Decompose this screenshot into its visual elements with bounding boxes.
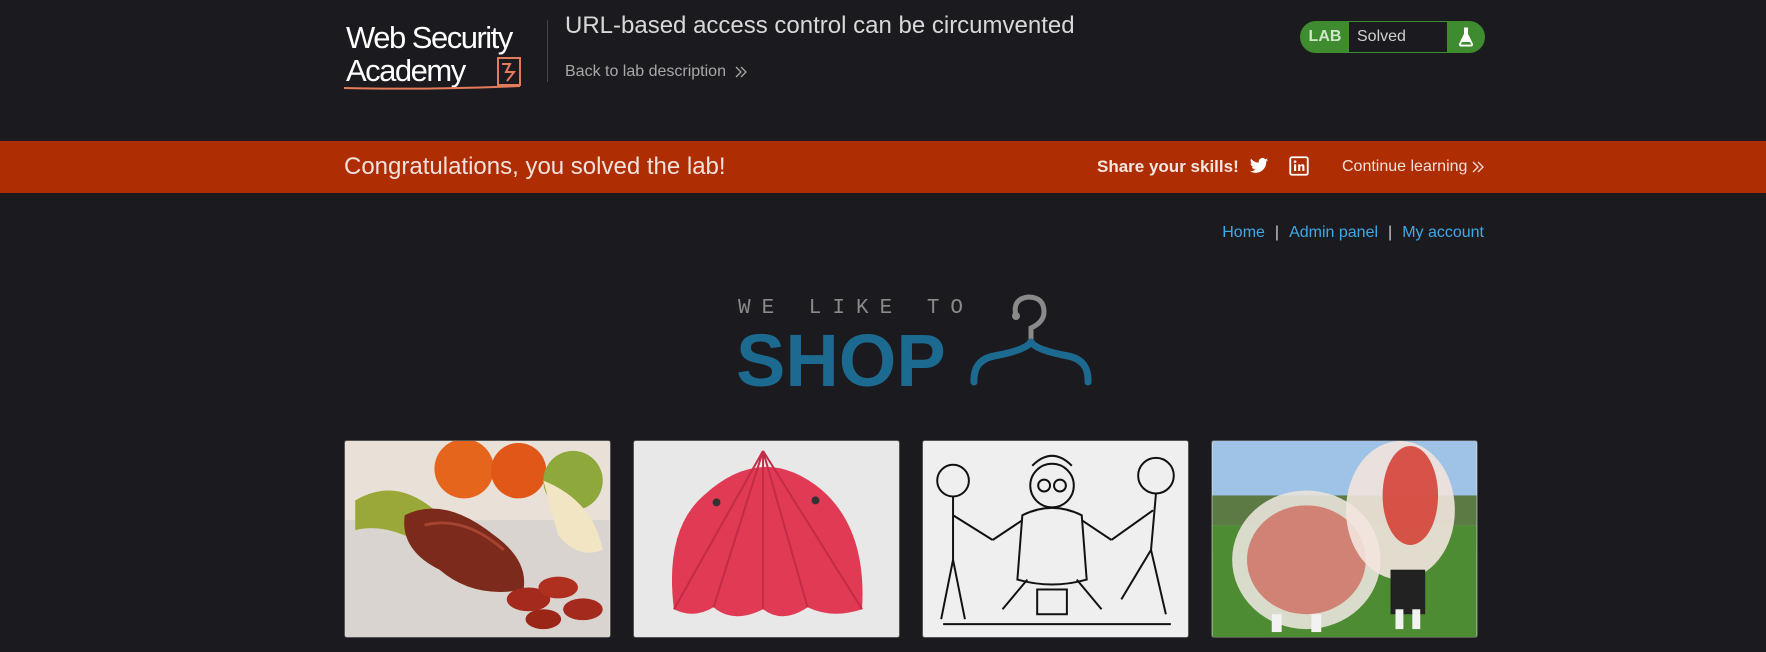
solved-message: Congratulations, you solved the lab!: [344, 153, 726, 180]
linkedin-icon[interactable]: [1289, 156, 1309, 176]
product-image-umbrella[interactable]: [633, 440, 900, 638]
product-image-cartoon[interactable]: [922, 440, 1189, 638]
continue-learning-label: Continue learning: [1342, 158, 1468, 175]
product-grid: [344, 440, 1480, 638]
flask-icon: [1447, 27, 1484, 47]
product-image: [345, 441, 610, 637]
logo-divider: [547, 20, 548, 82]
logo-text-line2: Academy: [346, 53, 467, 88]
top-navigation: Home | Admin panel | My account: [1216, 224, 1484, 242]
web-security-academy-logo[interactable]: Web Security Academy: [344, 18, 544, 92]
back-to-lab-description-link[interactable]: Back to lab description: [565, 63, 748, 81]
nav-home-link[interactable]: Home: [1222, 224, 1265, 242]
nav-separator: |: [1274, 224, 1280, 241]
twitter-icon[interactable]: [1249, 156, 1269, 176]
lab-status-widget: LAB Solved: [1300, 21, 1485, 53]
logo-text-line1: Web Security: [346, 20, 514, 55]
share-skills-label: Share your skills!: [1097, 157, 1239, 176]
hanger-icon: [970, 294, 1092, 386]
product-image: [1212, 441, 1477, 637]
double-chevron-right-icon: [735, 66, 747, 78]
lab-status-text: Solved: [1349, 22, 1447, 52]
back-link-label: Back to lab description: [565, 63, 726, 80]
page-header: Web Security Academy URL-based access co…: [0, 0, 1766, 141]
lab-badge: LAB: [1308, 28, 1342, 45]
product-image: [923, 441, 1188, 637]
shop-logo-word: SHOP: [736, 319, 946, 392]
nav-admin-panel-link[interactable]: Admin panel: [1289, 224, 1378, 242]
product-image-bubble-football[interactable]: [1211, 440, 1478, 638]
shop-logo-tagline: WE LIKE TO: [738, 297, 974, 320]
lab-title: URL-based access control can be circumve…: [565, 12, 1075, 39]
double-chevron-right-icon: [1472, 161, 1485, 173]
product-image: [634, 441, 899, 637]
continue-learning-link[interactable]: Continue learning: [1342, 158, 1485, 176]
nav-my-account-link[interactable]: My account: [1402, 224, 1484, 242]
product-image-sausage[interactable]: [344, 440, 611, 638]
nav-separator: |: [1388, 224, 1393, 241]
solved-banner: Congratulations, you solved the lab! Sha…: [0, 141, 1766, 193]
we-like-to-shop-logo: WE LIKE TO SHOP: [736, 294, 1092, 392]
